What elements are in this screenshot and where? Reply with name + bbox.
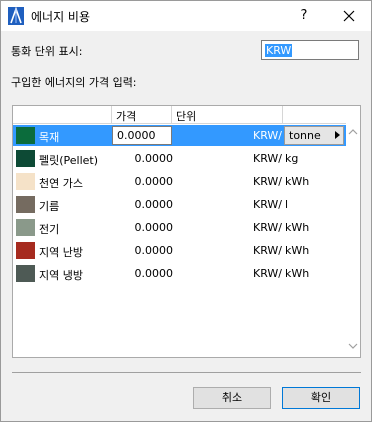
currency-label: 통화 단위 표시: xyxy=(11,45,83,58)
table-row[interactable]: 천연 가스 0.0000 KRW/ kWh xyxy=(13,171,346,192)
currency-value: KRW xyxy=(265,44,293,57)
energy-unit: kWh xyxy=(285,244,310,257)
ok-button[interactable]: 확인 xyxy=(282,387,360,409)
energy-color-swatch xyxy=(16,219,35,236)
table-row[interactable]: 전기 0.0000 KRW/ kWh xyxy=(13,217,346,238)
title-bar: 에너지 비용 ? xyxy=(1,1,371,31)
price-input[interactable]: 0.0000 xyxy=(112,126,172,145)
energy-name: 펠릿(Pellet) xyxy=(39,154,99,167)
energy-unit: kWh xyxy=(285,267,310,280)
unit-dropdown[interactable]: tonne xyxy=(284,126,344,145)
divider xyxy=(12,372,361,373)
currency-unit: KRW/ xyxy=(253,129,282,142)
window-title: 에너지 비용 xyxy=(31,10,91,24)
energy-color-swatch xyxy=(16,173,35,190)
unit-dropdown-value: tonne xyxy=(289,129,321,142)
close-icon[interactable] xyxy=(337,5,361,27)
energy-price: 0.0000 xyxy=(134,152,174,165)
table-row[interactable]: 펠릿(Pellet) 0.0000 KRW/ kg xyxy=(13,148,346,169)
energy-name: 천연 가스 xyxy=(39,177,83,190)
energy-price-table: 가격 단위 목재 0.0000 KRW/ tonne 펠릿(Pellet) 0.… xyxy=(12,105,361,358)
energy-price: 0.0000 xyxy=(134,244,174,257)
table-row[interactable]: 목재 0.0000 KRW/ tonne xyxy=(13,125,346,146)
energy-price: 0.0000 xyxy=(134,267,174,280)
table-row[interactable]: 지역 냉방 0.0000 KRW/ kWh xyxy=(13,263,346,284)
energy-color-swatch xyxy=(16,242,35,259)
energy-name: 목재 xyxy=(39,131,60,144)
column-header-price: 가격 xyxy=(116,110,137,123)
energy-price: 0.0000 xyxy=(134,221,174,234)
vertical-scrollbar[interactable] xyxy=(346,106,360,357)
help-button[interactable]: ? xyxy=(293,5,315,27)
energy-name: 지역 난방 xyxy=(39,246,83,259)
energy-unit: kWh xyxy=(285,175,310,188)
energy-price: 0.0000 xyxy=(134,175,174,188)
currency-unit: KRW/ xyxy=(253,198,282,211)
currency-unit: KRW/ xyxy=(253,152,282,165)
energy-unit: kg xyxy=(285,152,299,165)
energy-cost-dialog: 에너지 비용 ? 통화 단위 표시: KRW 구입한 에너지의 가격 입력: 가… xyxy=(0,0,372,422)
currency-unit: KRW/ xyxy=(253,175,282,188)
column-header-unit: 단위 xyxy=(176,110,197,123)
energy-color-swatch xyxy=(16,150,35,167)
cancel-button[interactable]: 취소 xyxy=(193,387,271,409)
archicad-icon xyxy=(8,7,24,25)
energy-name: 지역 냉방 xyxy=(39,269,83,282)
currency-input[interactable]: KRW xyxy=(261,40,359,60)
chevron-right-icon xyxy=(335,131,340,139)
currency-unit: KRW/ xyxy=(253,221,282,234)
energy-price: 0.0000 xyxy=(134,198,174,211)
energy-color-swatch xyxy=(16,127,35,144)
energy-unit: l xyxy=(285,198,289,211)
currency-unit: KRW/ xyxy=(253,267,282,280)
energy-name: 기름 xyxy=(39,200,60,213)
table-header: 가격 단위 xyxy=(13,106,346,124)
price-prompt-label: 구입한 에너지의 가격 입력: xyxy=(11,76,137,89)
energy-color-swatch xyxy=(16,265,35,282)
table-row[interactable]: 기름 0.0000 KRW/ l xyxy=(13,194,346,215)
energy-name: 전기 xyxy=(39,223,60,236)
chevron-down-icon[interactable] xyxy=(348,342,358,350)
energy-color-swatch xyxy=(16,196,35,213)
energy-unit: kWh xyxy=(285,221,310,234)
chevron-up-icon[interactable] xyxy=(348,128,358,136)
table-row[interactable]: 지역 난방 0.0000 KRW/ kWh xyxy=(13,240,346,261)
currency-unit: KRW/ xyxy=(253,244,282,257)
